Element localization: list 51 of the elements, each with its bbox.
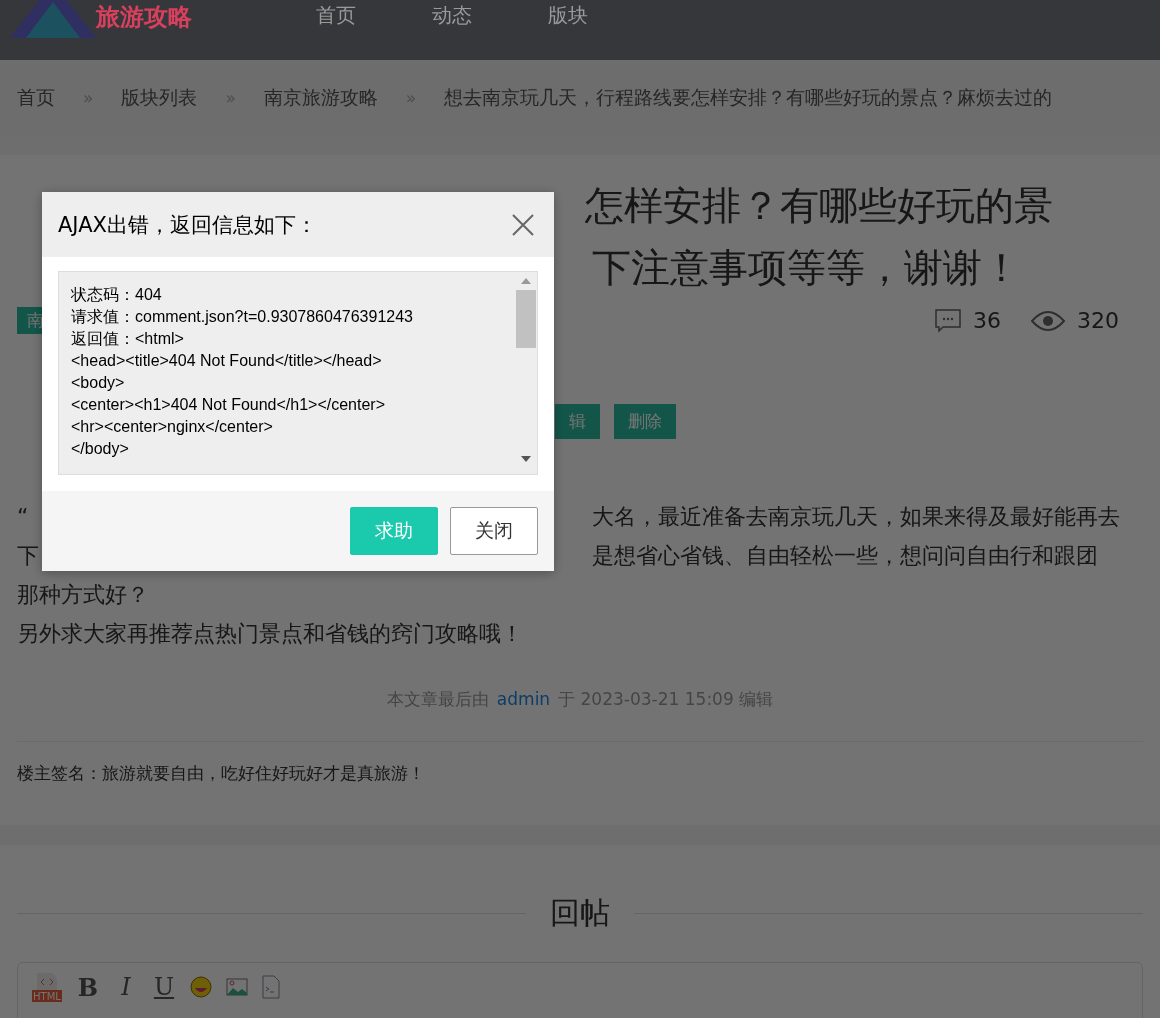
author-link[interactable]: admin: [496, 689, 551, 709]
output-line: </body>: [71, 439, 130, 459]
output-line: <center><h1>404 Not Found</h1></center>: [71, 395, 387, 415]
close-button[interactable]: 关闭: [450, 507, 538, 555]
view-count: 320: [1077, 308, 1119, 333]
breadcrumb-link[interactable]: 想去南京玩几天，行程路线要怎样安排？有哪些好玩的景点？麻烦去过的: [444, 84, 1053, 111]
image-icon[interactable]: [226, 978, 248, 996]
comment-icon: [935, 308, 961, 333]
comment-count: 36: [973, 308, 1001, 333]
breadcrumb-link[interactable]: 首页: [17, 84, 55, 111]
reply-heading: 回帖: [550, 894, 610, 932]
nav-link[interactable]: 版块: [548, 0, 664, 29]
output-line: <body>: [71, 373, 126, 393]
close-icon[interactable]: [512, 213, 534, 236]
post-title: 怎样安排？有哪些好玩的景: [585, 182, 1053, 230]
dialog-title: AJAX出错，返回信息如下：: [58, 211, 317, 239]
breadcrumb-link[interactable]: 南京旅游攻略: [263, 84, 378, 111]
eye-icon: [1031, 309, 1065, 332]
reply-editor[interactable]: HTML B I U: [17, 962, 1143, 1018]
breadcrumb-separator: »: [83, 87, 94, 108]
italic-button[interactable]: I: [114, 973, 138, 1001]
post-text: 大名，最近准备去南京玩几天，如果来得及最好能再去: [592, 503, 1120, 531]
scroll-up-icon[interactable]: [521, 278, 531, 284]
help-button[interactable]: 求助: [350, 507, 438, 555]
post-text: 另外求大家再推荐点热门景点和省钱的窍门攻略哦！: [17, 620, 523, 648]
post-text: 是想省心省钱、自由轻松一些，想问问自由行和跟团: [592, 542, 1098, 570]
output-line: 返回值：<html>: [71, 329, 185, 349]
post-text: 下: [17, 542, 39, 570]
nav-link[interactable]: 动态: [432, 0, 548, 29]
output-line: <head><title>404 Not Found</title></head>: [71, 351, 383, 371]
breadcrumb-separator: »: [405, 87, 417, 108]
post-action-button[interactable]: 辑: [555, 404, 600, 439]
post-action-button[interactable]: 删除: [614, 404, 676, 439]
nav-link[interactable]: 首页: [316, 0, 432, 29]
output-line: 状态码：404: [71, 285, 163, 305]
logo-text: 旅游攻略: [96, 2, 192, 33]
breadcrumb-link[interactable]: 版块列表: [121, 84, 198, 111]
logo-icon: [10, 0, 96, 38]
breadcrumb-separator: »: [225, 87, 236, 108]
underline-button[interactable]: U: [152, 973, 176, 1001]
bold-button[interactable]: B: [76, 973, 100, 1001]
output-line: <hr><center>nginx</center>: [71, 417, 274, 437]
response-output[interactable]: 状态码：404 请求值：comment.json?t=0.9307860476391243 返回值：<html> <head><title>404 Not Found</title></head> <body> <center><h1>404 Not Found</h1></center> <hr><center>nginx</center> </body>: [58, 271, 538, 475]
post-text: 那种方式好？: [17, 581, 149, 609]
post-title: 下注意事项等等，谢谢！: [592, 244, 1021, 292]
smiley-icon[interactable]: [190, 976, 212, 998]
signature-text: 楼主签名：旅游就要自由，吃好住好玩好才是真旅游！: [17, 762, 426, 785]
terminal-file-icon[interactable]: [262, 975, 280, 999]
scroll-down-icon[interactable]: [521, 456, 531, 462]
output-line: 请求值：comment.json?t=0.9307860476391243: [71, 307, 414, 327]
post-text: “: [17, 503, 29, 531]
